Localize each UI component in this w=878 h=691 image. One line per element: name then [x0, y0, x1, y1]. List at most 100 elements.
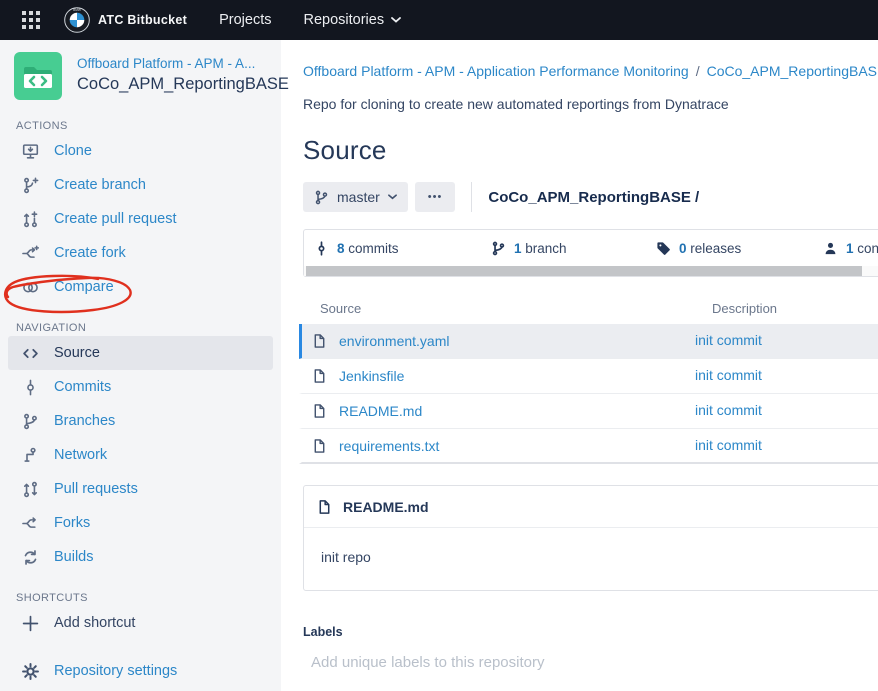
source-icon [20, 345, 40, 362]
stat-contributors[interactable]: 1 contributor [823, 241, 878, 256]
repo-header: Offboard Platform - APM - A... CoCo_APM_… [8, 52, 273, 100]
file-icon [312, 333, 327, 349]
labels-section: Labels Add unique labels to this reposit… [303, 625, 878, 671]
commit-message-link[interactable]: init commit [695, 402, 762, 418]
bmw-logo-icon: BMW [64, 7, 90, 33]
sidebar-item-add-shortcut[interactable]: Add shortcut [8, 606, 273, 640]
more-actions-button[interactable]: ••• [415, 182, 456, 212]
section-title-shortcuts: SHORTCUTS [16, 592, 273, 604]
commit-message-link[interactable]: init commit [695, 367, 762, 383]
table-row[interactable]: README.md init commit [299, 394, 878, 429]
page-title: Source [303, 135, 878, 166]
file-link[interactable]: Jenkinsfile [339, 368, 404, 384]
brand[interactable]: BMW ATC Bitbucket [64, 7, 187, 33]
nav-projects[interactable]: Projects [219, 12, 271, 28]
sidebar-item-label: Add shortcut [54, 615, 135, 631]
commit-message-link[interactable]: init commit [695, 437, 762, 453]
sidebar-item-label: Compare [54, 279, 114, 295]
sidebar-project-link[interactable]: Offboard Platform - APM - A... [77, 56, 273, 71]
branches-icon [20, 413, 40, 430]
breadcrumb-project-link[interactable]: Offboard Platform - APM - Application Pe… [303, 63, 689, 79]
sidebar-item-forks[interactable]: Forks [8, 506, 273, 540]
sidebar-item-network[interactable]: Network [8, 438, 273, 472]
sidebar-item-label: Create pull request [54, 211, 177, 227]
forks-icon [20, 515, 40, 532]
commits-icon [20, 379, 40, 396]
toolbar-divider [471, 182, 472, 212]
sidebar-item-builds[interactable]: Builds [8, 540, 273, 574]
sidebar-item-label: Source [54, 345, 100, 361]
person-icon [823, 241, 838, 256]
sidebar-repo-name: CoCo_APM_ReportingBASE [77, 75, 273, 94]
compare-icon [20, 279, 40, 296]
svg-text:BMW: BMW [73, 8, 81, 12]
sidebar-item-label: Builds [54, 549, 94, 565]
main-content: Offboard Platform - APM - Application Pe… [281, 40, 878, 691]
branch-icon [491, 241, 506, 256]
column-header-source: Source [320, 301, 712, 316]
app-switcher-grid-icon[interactable] [20, 9, 42, 31]
pull-requests-icon [20, 481, 40, 498]
sidebar-item-label: Create branch [54, 177, 146, 193]
section-title-actions: ACTIONS [16, 120, 273, 132]
sidebar-item-label: Create fork [54, 245, 126, 261]
repo-description: Repo for cloning to create new automated… [303, 96, 878, 112]
chevron-down-icon [388, 194, 397, 200]
sidebar-item-repository-settings[interactable]: Repository settings [8, 654, 273, 688]
app-title: ATC Bitbucket [98, 13, 187, 27]
sidebar-item-branches[interactable]: Branches [8, 404, 273, 438]
network-icon [20, 447, 40, 464]
stat-commits[interactable]: 8 commits [314, 241, 491, 256]
create-fork-icon [20, 245, 40, 262]
sidebar-item-create-pull-request[interactable]: Create pull request [8, 202, 273, 236]
stat-releases[interactable]: 0 releases [656, 241, 823, 256]
readme-card: README.md init repo [303, 485, 878, 591]
create-pull-request-icon [20, 211, 40, 228]
sidebar-item-label: Pull requests [54, 481, 138, 497]
section-title-navigation: NAVIGATION [16, 322, 273, 334]
file-icon [312, 438, 327, 454]
scrollbar-thumb[interactable] [306, 266, 862, 276]
source-toolbar: master ••• CoCo_APM_ReportingBASE / [303, 182, 878, 212]
stat-branches[interactable]: 1 branch [491, 241, 656, 256]
readme-filename: README.md [343, 499, 429, 515]
sidebar-item-label: Commits [54, 379, 111, 395]
table-row[interactable]: Jenkinsfile init commit [299, 359, 878, 394]
readme-header: README.md [304, 486, 878, 528]
branch-icon [314, 190, 329, 205]
commit-message-link[interactable]: init commit [695, 332, 762, 348]
sidebar-item-compare[interactable]: Compare [8, 270, 273, 304]
sidebar-item-label: Branches [54, 413, 115, 429]
sidebar-item-commits[interactable]: Commits [8, 370, 273, 404]
readme-content: init repo [304, 528, 878, 590]
file-table-header: Source Description [303, 301, 878, 324]
breadcrumb: Offboard Platform - APM - Application Pe… [303, 63, 878, 79]
clone-icon [20, 143, 40, 160]
current-path: CoCo_APM_ReportingBASE / [488, 189, 699, 206]
sidebar-item-create-branch[interactable]: Create branch [8, 168, 273, 202]
file-link[interactable]: README.md [339, 403, 422, 419]
repo-avatar[interactable] [14, 52, 62, 100]
file-link[interactable]: environment.yaml [339, 333, 450, 349]
sidebar-item-source[interactable]: Source [8, 336, 273, 370]
repo-stats-card: 8 commits 1 branch 0 rel [303, 229, 878, 277]
file-icon [312, 368, 327, 384]
sidebar-item-label: Forks [54, 515, 90, 531]
builds-icon [20, 549, 40, 566]
labels-input-placeholder[interactable]: Add unique labels to this repository [303, 654, 878, 671]
table-row[interactable]: environment.yaml init commit [299, 324, 878, 359]
plus-icon [20, 615, 40, 632]
nav-repositories[interactable]: Repositories [303, 12, 401, 28]
sidebar-item-clone[interactable]: Clone [8, 134, 273, 168]
sidebar-item-create-fork[interactable]: Create fork [8, 236, 273, 270]
file-table: Source Description environment.yaml init… [303, 301, 878, 464]
branch-selector-button[interactable]: master [303, 182, 408, 212]
table-row[interactable]: requirements.txt init commit [299, 429, 878, 464]
breadcrumb-repo-link[interactable]: CoCo_APM_ReportingBASE [707, 63, 878, 79]
gear-icon [20, 663, 40, 680]
sidebar-item-label: Network [54, 447, 107, 463]
branch-selector-label: master [337, 189, 380, 205]
file-link[interactable]: requirements.txt [339, 438, 439, 454]
labels-title: Labels [303, 625, 878, 639]
sidebar-item-pull-requests[interactable]: Pull requests [8, 472, 273, 506]
